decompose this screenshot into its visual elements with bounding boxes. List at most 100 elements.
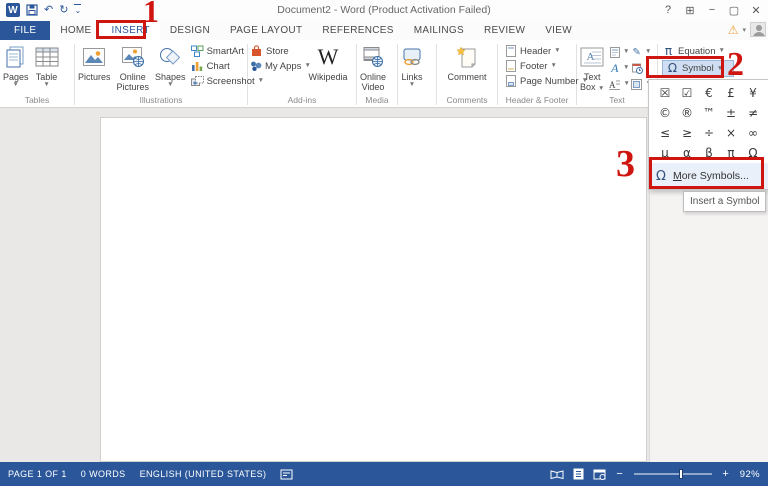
- symbol-cell[interactable]: ×: [720, 123, 742, 143]
- ribbon-display-options-icon[interactable]: ⊞: [680, 1, 700, 19]
- signature-line-button[interactable]: ✎▼: [631, 46, 651, 58]
- web-layout-icon[interactable]: [593, 469, 606, 480]
- help-icon[interactable]: ?: [658, 1, 678, 19]
- more-symbols-item[interactable]: Ω More Symbols...: [649, 163, 768, 189]
- window-title: Document2 - Word (Product Activation Fai…: [0, 4, 768, 16]
- window-controls: ? ⊞ − ▢ ✕: [658, 0, 766, 20]
- zoom-out-button[interactable]: −: [615, 468, 625, 480]
- user-avatar[interactable]: [750, 22, 766, 37]
- footer-button[interactable]: Footer ▼: [504, 60, 588, 72]
- tab-design[interactable]: DESIGN: [160, 21, 220, 40]
- symbol-cell[interactable]: ™: [698, 103, 720, 123]
- equation-button[interactable]: π Equation ▼: [662, 45, 725, 57]
- title-bar: W ↶ ↻ ⌄ Document2 - Word (Product Activa…: [0, 0, 768, 20]
- restore-icon[interactable]: ▢: [724, 1, 744, 19]
- chevron-down-icon: ▼: [623, 81, 629, 87]
- activation-warning-icon[interactable]: ⚠: [728, 23, 739, 37]
- tab-view[interactable]: VIEW: [535, 21, 582, 40]
- close-icon[interactable]: ✕: [746, 1, 766, 19]
- wordart-button[interactable]: A▼: [609, 62, 629, 74]
- undo-icon[interactable]: ↶: [44, 4, 53, 16]
- save-icon[interactable]: [26, 4, 38, 16]
- table-icon: [35, 44, 59, 70]
- my-apps-button[interactable]: My Apps ▼: [250, 60, 302, 72]
- tab-file[interactable]: FILE: [0, 21, 50, 40]
- symbol-cell[interactable]: ☑: [676, 83, 698, 103]
- redo-icon[interactable]: ↻: [59, 4, 68, 16]
- tab-mailings[interactable]: MAILINGS: [404, 21, 474, 40]
- text-small-grid: ▼ ✎▼ A▼ A: [607, 42, 653, 93]
- online-video-button[interactable]: Online Video: [357, 42, 389, 92]
- symbol-cell[interactable]: ∞: [742, 123, 764, 143]
- symbol-cell[interactable]: Ω: [742, 143, 764, 163]
- print-layout-icon[interactable]: [573, 468, 584, 480]
- page-indicator[interactable]: PAGE 1 OF 1: [8, 469, 67, 479]
- chart-icon: [191, 60, 204, 72]
- symbol-cell[interactable]: ±: [720, 103, 742, 123]
- group-label-media: Media: [357, 94, 397, 107]
- header-button[interactable]: Header ▼: [504, 45, 588, 57]
- links-button[interactable]: Links ▼: [398, 42, 426, 88]
- chevron-down-icon[interactable]: ▾: [742, 26, 746, 34]
- symbol-cell[interactable]: ©: [654, 103, 676, 123]
- minimize-icon[interactable]: −: [702, 1, 722, 19]
- symbol-cell[interactable]: ¥: [742, 83, 764, 103]
- zoom-percentage[interactable]: 92%: [740, 469, 760, 480]
- drop-cap-icon: A: [609, 78, 620, 90]
- symbol-cell[interactable]: ≠: [742, 103, 764, 123]
- shapes-button[interactable]: Shapes ▼: [152, 42, 189, 88]
- symbol-cell[interactable]: ☒: [654, 83, 676, 103]
- store-button[interactable]: Store: [250, 45, 302, 57]
- chevron-down-icon: ▼: [43, 82, 49, 88]
- wikipedia-icon: W: [318, 46, 339, 68]
- chevron-down-icon: ▼: [623, 65, 629, 71]
- language-indicator[interactable]: ENGLISH (UNITED STATES): [140, 469, 267, 479]
- symbol-cell[interactable]: €: [698, 83, 720, 103]
- drop-cap-button[interactable]: A ▼: [609, 78, 629, 90]
- symbol-cell[interactable]: ÷: [698, 123, 720, 143]
- account-area: ⚠ ▾: [728, 22, 766, 37]
- pictures-icon: [82, 44, 106, 70]
- page-number-button[interactable]: Page Number ▼: [504, 75, 588, 87]
- table-button[interactable]: Table ▼: [32, 42, 62, 88]
- symbol-cell[interactable]: β: [698, 143, 720, 163]
- group-media: Online Video Media: [357, 42, 397, 107]
- proofing-icon[interactable]: [280, 469, 293, 480]
- group-header-footer: Header ▼ Footer ▼ Page Num: [498, 42, 576, 107]
- links-icon: [401, 44, 423, 70]
- tab-home[interactable]: HOME: [50, 21, 101, 40]
- tab-review[interactable]: REVIEW: [474, 21, 535, 40]
- pages-button[interactable]: Pages ▼: [0, 42, 32, 88]
- svg-text:A: A: [609, 80, 616, 90]
- word-count[interactable]: 0 WORDS: [81, 469, 126, 479]
- symbol-cell[interactable]: α: [676, 143, 698, 163]
- symbol-cell[interactable]: £: [720, 83, 742, 103]
- tab-insert[interactable]: INSERT: [102, 21, 160, 40]
- symbol-cell[interactable]: ®: [676, 103, 698, 123]
- symbol-cell[interactable]: π: [720, 143, 742, 163]
- zoom-in-button[interactable]: +: [721, 468, 731, 480]
- tab-references[interactable]: REFERENCES: [312, 21, 403, 40]
- document-page[interactable]: [100, 117, 647, 462]
- pictures-button[interactable]: Pictures: [75, 42, 114, 82]
- text-box-button[interactable]: A Text Box ▼: [577, 42, 607, 92]
- online-pictures-button[interactable]: Online Pictures: [114, 42, 153, 92]
- wikipedia-button[interactable]: W Wikipedia: [304, 42, 352, 82]
- read-mode-icon[interactable]: [550, 469, 564, 480]
- quick-parts-button[interactable]: ▼: [609, 46, 629, 58]
- chevron-down-icon: ▼: [717, 66, 723, 72]
- symbol-cell[interactable]: ≥: [676, 123, 698, 143]
- status-bar-right: − + 92%: [550, 468, 768, 480]
- zoom-slider-thumb[interactable]: [679, 469, 683, 479]
- comment-button[interactable]: Comment: [444, 42, 489, 82]
- symbol-cell[interactable]: ≤: [654, 123, 676, 143]
- symbol-cell[interactable]: μ: [654, 143, 676, 163]
- more-symbols-label: More Symbols...: [673, 170, 749, 182]
- tab-page-layout[interactable]: PAGE LAYOUT: [220, 21, 312, 40]
- zoom-slider[interactable]: [634, 473, 712, 475]
- group-text: A Text Box ▼ ▼ ✎▼ A▼: [577, 42, 657, 107]
- date-time-button[interactable]: [631, 62, 651, 74]
- symbol-button[interactable]: Ω Symbol ▼: [662, 60, 734, 77]
- chevron-down-icon: ▼: [409, 82, 415, 88]
- customize-qat-icon[interactable]: ⌄: [74, 4, 81, 17]
